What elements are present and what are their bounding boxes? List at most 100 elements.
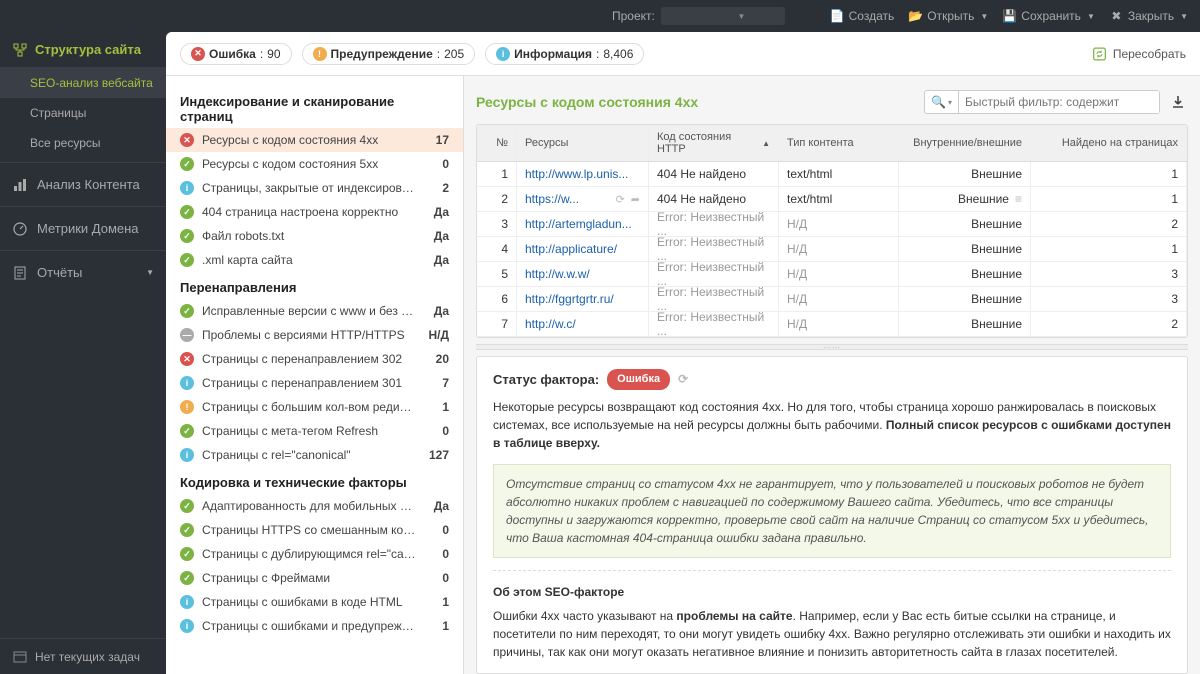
col-code[interactable]: Код состояния HTTP ▲ (649, 125, 779, 161)
factor-row[interactable]: ✕Ресурсы с кодом состояния 4xx17 (166, 128, 463, 152)
status-icon: ✓ (180, 547, 194, 561)
file-icon: 📄 (830, 9, 845, 24)
sidebar-item-2[interactable]: Все ресурсы (0, 128, 166, 158)
quick-filter[interactable]: 🔍▾ (924, 90, 1160, 114)
factor-row[interactable]: iСтраницы с перенаправлением 3017 (166, 371, 463, 395)
factor-row[interactable]: i Страницы, закрытые от индексирования 2 (166, 176, 463, 200)
factor-value: 0 (425, 157, 449, 171)
create-button[interactable]: 📄Создать (830, 9, 895, 24)
table-row[interactable]: 3http://artemgladun...Error: Неизвестный… (477, 212, 1187, 237)
close-button[interactable]: ✖Закрыть▼ (1109, 9, 1188, 24)
factor-row[interactable]: iСтраницы с ошибками в коде HTML1 (166, 590, 463, 614)
resource-link[interactable]: http://w.w.w/ (525, 267, 590, 281)
factor-label: Ресурсы с кодом состояния 4xx (202, 133, 417, 147)
status-icon: ! (180, 400, 194, 414)
download-button[interactable] (1168, 94, 1188, 110)
table-row[interactable]: 6http://fggrtgrtr.ru/Error: Неизвестный … (477, 287, 1187, 312)
share-icon[interactable]: ➦ (631, 193, 640, 206)
col-type[interactable]: Тип контента (779, 125, 899, 161)
topbar: Проект: ▼ 📄Создать 📂Открыть▼ 💾Сохранить▼… (0, 0, 1200, 32)
gauge-icon (12, 221, 27, 236)
status-icon: ✓ (180, 253, 194, 267)
sidebar-reports[interactable]: Отчёты▼ (0, 255, 166, 290)
sidebar-metrics[interactable]: Метрики Домена (0, 211, 166, 246)
about-text: Ошибки 4xx часто указывают на проблемы н… (493, 607, 1171, 661)
close-icon: ✖ (1109, 9, 1124, 24)
sidebar-footer: Нет текущих задач (0, 638, 166, 674)
resources-table: № Ресурсы Код состояния HTTP ▲ Тип конте… (476, 124, 1188, 338)
search-icon: 🔍▾ (925, 91, 959, 113)
col-found[interactable]: Найдено на страницах (1031, 125, 1187, 161)
sitemap-icon (12, 42, 27, 57)
factor-label: Проблемы с версиями HTTP/HTTPS (202, 328, 417, 342)
sidebar-item-1[interactable]: Страницы (0, 98, 166, 128)
col-intext[interactable]: Внутренние/внешние (899, 125, 1031, 161)
info-pill[interactable]: iИнформация: 8,406 (485, 43, 644, 65)
resource-link[interactable]: http://applicature/ (525, 242, 617, 256)
factor-value: 1 (425, 595, 449, 609)
status-icon: — (180, 328, 194, 342)
factor-value: 127 (425, 448, 449, 462)
factor-row[interactable]: ✓.xml карта сайтаДа (166, 248, 463, 272)
col-number[interactable]: № (477, 125, 517, 161)
factor-row[interactable]: ✓Файл robots.txtДа (166, 224, 463, 248)
chart-icon (12, 177, 27, 192)
project-selector[interactable]: Проект: ▼ (612, 7, 785, 25)
table-row[interactable]: 5http://w.w.w/Error: Неизвестный ...Н/ДВ… (477, 262, 1187, 287)
project-value[interactable]: ▼ (661, 7, 786, 25)
resource-link[interactable]: http://w.c/ (525, 317, 576, 331)
filter-input[interactable] (959, 91, 1159, 113)
errors-pill[interactable]: ✕Ошибка: 90 (180, 43, 292, 65)
factor-value: Н/Д (425, 328, 449, 342)
sidebar-analysis[interactable]: Анализ Контента (0, 167, 166, 202)
factor-row[interactable]: ✓ Страницы с дублирующимся rel="canonical… (166, 542, 463, 566)
open-button[interactable]: 📂Открыть▼ (908, 9, 988, 24)
rebuild-button[interactable]: Пересобрать (1092, 46, 1186, 61)
status-icon: ✓ (180, 523, 194, 537)
status-icon: ✓ (180, 424, 194, 438)
status-icon: i (180, 181, 194, 195)
detail-text: Некоторые ресурсы возвращают код состоян… (493, 398, 1171, 452)
refresh-icon[interactable]: ⟳ (678, 370, 688, 388)
factor-label: Страницы с дублирующимся rel="canonical" (202, 547, 417, 561)
status-icon: ✓ (180, 205, 194, 219)
table-row[interactable]: 4http://applicature/Error: Неизвестный .… (477, 237, 1187, 262)
save-button[interactable]: 💾Сохранить▼ (1002, 9, 1095, 24)
factor-row[interactable]: — Проблемы с версиями HTTP/HTTPS Н/Д (166, 323, 463, 347)
factor-row[interactable]: iСтраницы с ошибками и предупреждени...1 (166, 614, 463, 638)
factor-row[interactable]: ✓Страницы с Фреймами0 (166, 566, 463, 590)
factor-label: Ресурсы с кодом состояния 5xx (202, 157, 417, 171)
factor-row[interactable]: !Страницы с большим кол-вом редиректов1 (166, 395, 463, 419)
menu-icon[interactable]: ≡ (1015, 192, 1022, 206)
sidebar-item-0[interactable]: SEO-анализ вебсайта (0, 68, 166, 98)
factor-label: Страницы, закрытые от индексирования (202, 181, 417, 195)
reload-icon[interactable]: ⟳ (616, 193, 625, 206)
status-icon: ✓ (180, 304, 194, 318)
table-row[interactable]: 7http://w.c/Error: Неизвестный ...Н/ДВне… (477, 312, 1187, 337)
factor-row[interactable]: ✓Исправленные версии с www и без wwwДа (166, 299, 463, 323)
info-icon: i (496, 47, 510, 61)
factor-row[interactable]: ✓Страницы HTTPS со смешанным контентом0 (166, 518, 463, 542)
factor-value: Да (425, 205, 449, 219)
resource-link[interactable]: https://w... (525, 192, 579, 206)
factor-row[interactable]: iСтраницы с rel="canonical"127 (166, 443, 463, 467)
resource-link[interactable]: http://www.lp.unis... (525, 167, 628, 181)
detail-note: Отсутствие страниц со статусом 4xx не га… (493, 464, 1171, 558)
factor-row[interactable]: ✕Страницы с перенаправлением 30220 (166, 347, 463, 371)
factor-value: 2 (425, 181, 449, 195)
resource-link[interactable]: http://artemgladun... (525, 217, 632, 231)
factor-row[interactable]: ✓Адаптированность для мобильных устрой..… (166, 494, 463, 518)
resource-link[interactable]: http://fggrtgrtr.ru/ (525, 292, 614, 306)
warnings-pill[interactable]: !Предупреждение: 205 (302, 43, 476, 65)
splitter[interactable]: ⋯⋯ (476, 344, 1188, 350)
panel-title: Ресурсы с кодом состояния 4xx (476, 94, 916, 110)
table-row[interactable]: 1http://www.lp.unis...404 Не найденоtext… (477, 162, 1187, 187)
factor-row[interactable]: ✓Страницы с мета-тегом Refresh0 (166, 419, 463, 443)
table-row[interactable]: 2https://w...⟳➦404 Не найденоtext/htmlВн… (477, 187, 1187, 212)
factor-row[interactable]: ✓404 страница настроена корректноДа (166, 200, 463, 224)
warning-icon: ! (313, 47, 327, 61)
sidebar-structure[interactable]: Структура сайта (0, 32, 166, 68)
col-resource[interactable]: Ресурсы (517, 125, 649, 161)
factor-row[interactable]: ✓Ресурсы с кодом состояния 5xx0 (166, 152, 463, 176)
rebuild-icon (1092, 46, 1107, 61)
